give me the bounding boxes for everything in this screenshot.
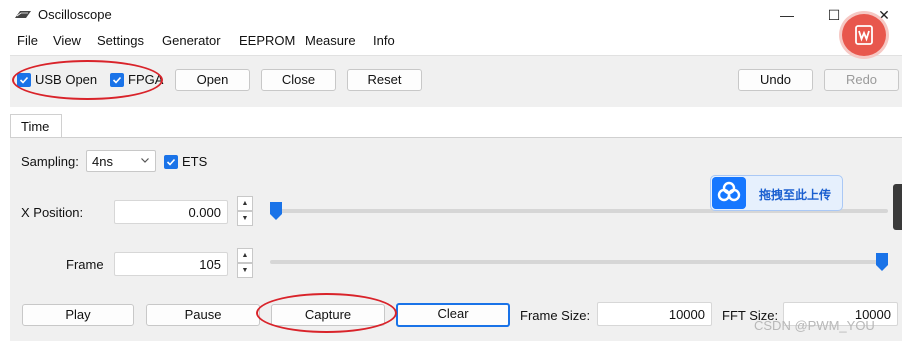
minimize-button[interactable]: — [777,5,797,25]
maximize-button[interactable]: ☐ [824,5,844,25]
side-handle[interactable] [893,184,902,230]
x-position-label: X Position: [21,205,84,220]
x-position-spinner: ▲ ▼ [237,196,253,226]
ets-label: ETS [182,154,208,169]
menu-measure[interactable]: Measure [305,33,356,48]
usb-open-checkbox[interactable]: USB Open [17,72,97,87]
upload-drop-badge[interactable]: 拖拽至此上传 [710,175,843,211]
frame-size-label: Frame Size: [520,308,591,323]
capture-button[interactable]: Capture [271,304,385,326]
menu-file[interactable]: File [17,33,38,48]
watermark: CSDN @PWM_YOU [754,318,875,333]
menu-bar: File View Settings Generator EEPROM Meas… [0,30,902,52]
menu-generator[interactable]: Generator [162,33,221,48]
spin-down-icon[interactable]: ▼ [237,263,253,278]
slider-thumb-icon[interactable] [876,253,888,271]
frame-input[interactable]: 105 [114,252,228,276]
frame-slider[interactable] [270,260,888,264]
title-bar: Oscilloscope — ☐ ✕ [0,0,902,30]
cloud-upload-icon [712,177,746,209]
usb-open-label: USB Open [35,72,98,87]
slider-thumb-icon[interactable] [270,202,282,220]
menu-info[interactable]: Info [373,33,395,48]
chevron-down-icon [141,158,149,163]
checkmark-icon [164,154,178,169]
spin-up-icon[interactable]: ▲ [237,196,253,211]
menu-eeprom[interactable]: EEPROM [239,33,295,48]
app-icon [15,11,31,18]
tab-time[interactable]: Time [10,114,62,138]
window-left-margin [0,52,10,341]
upload-text: 拖拽至此上传 [759,188,832,202]
frame-spinner: ▲ ▼ [237,248,253,278]
frame-label: Frame [66,257,104,272]
sampling-label: Sampling: [21,154,79,169]
reset-button[interactable]: Reset [347,69,422,91]
checkmark-icon [17,72,31,87]
frame-size-input[interactable]: 10000 [597,302,712,326]
pause-button[interactable]: Pause [146,304,260,326]
ets-checkbox[interactable]: ETS [164,154,207,169]
open-button[interactable]: Open [175,69,250,91]
redo-button[interactable]: Redo [824,69,899,91]
checkmark-icon [110,72,124,87]
wps-icon [855,25,873,45]
sampling-value: 4ns [92,154,113,169]
spin-down-icon[interactable]: ▼ [237,211,253,226]
spin-up-icon[interactable]: ▲ [237,248,253,263]
play-button[interactable]: Play [22,304,134,326]
fpga-label: FPGA [128,72,164,87]
clear-button[interactable]: Clear [396,303,510,327]
window-title: Oscilloscope [38,7,112,22]
undo-button[interactable]: Undo [738,69,813,91]
wps-floating-button[interactable] [842,14,886,56]
sampling-select[interactable]: 4ns [86,150,156,172]
fpga-checkbox[interactable]: FPGA [110,72,163,87]
x-position-input[interactable]: 0.000 [114,200,228,224]
close-button[interactable]: Close [261,69,336,91]
menu-view[interactable]: View [53,33,81,48]
menu-settings[interactable]: Settings [97,33,144,48]
